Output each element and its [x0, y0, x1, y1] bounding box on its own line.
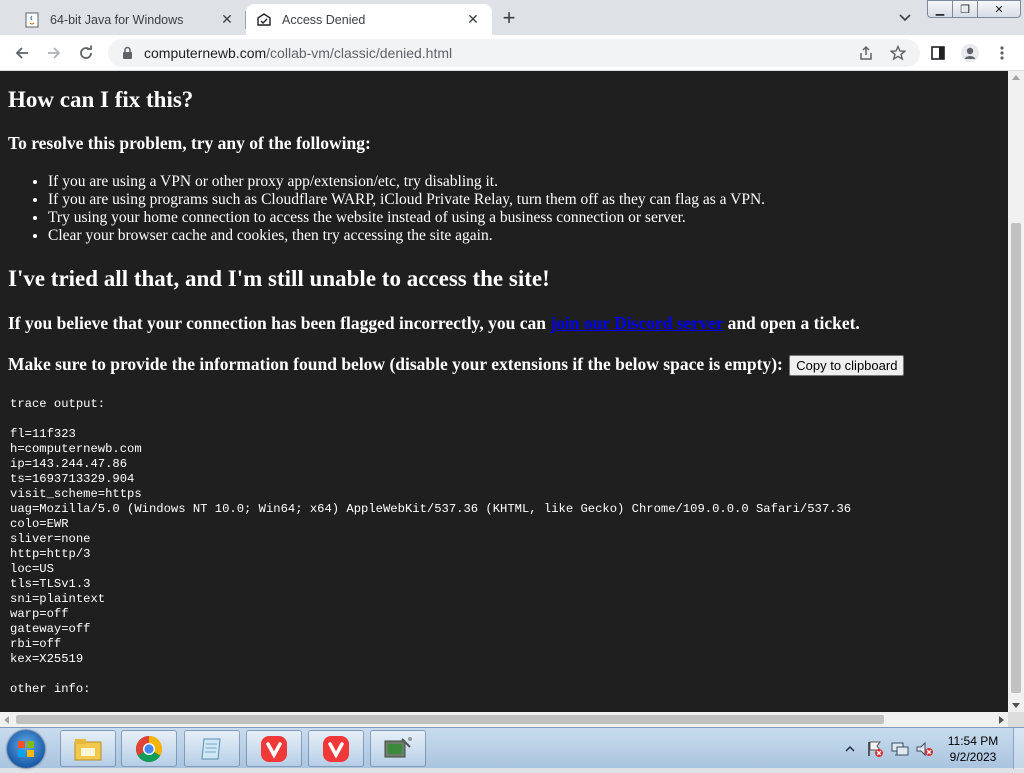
provide-info-text: Make sure to provide the information fou…	[8, 354, 783, 374]
java-page-icon	[24, 12, 40, 28]
scrollbar-corner	[1008, 712, 1024, 727]
scroll-left-icon[interactable]	[4, 716, 9, 724]
bookmark-button[interactable]	[884, 39, 912, 67]
clock-date: 9/2/2023	[949, 750, 997, 764]
network-status-icon[interactable]	[890, 728, 910, 769]
avatar	[961, 44, 979, 62]
side-panel-button[interactable]	[924, 39, 952, 67]
tips-list: If you are using a VPN or other proxy ap…	[48, 173, 765, 245]
new-tab-button[interactable]: +	[497, 5, 521, 30]
system-clock[interactable]: 11:54 PM 9/2/2023	[940, 733, 1006, 765]
arrow-right-icon	[48, 47, 61, 59]
share-button[interactable]	[852, 39, 880, 67]
horizontal-scrollbar[interactable]	[0, 712, 1008, 727]
url-domain: computernewb.com	[144, 45, 267, 61]
start-button[interactable]	[7, 730, 45, 768]
flagged-text-end: and open a ticket.	[723, 313, 860, 333]
vivaldi-icon[interactable]	[308, 730, 364, 767]
minimize-button[interactable]: ▁	[927, 0, 953, 18]
cloudflare-icon	[256, 12, 272, 28]
address-bar[interactable]: computernewb.com/collab-vm/classic/denie…	[108, 39, 920, 67]
scroll-up-icon[interactable]	[1012, 75, 1020, 80]
vertical-scrollbar[interactable]	[1008, 71, 1024, 712]
show-desktop-button[interactable]	[1013, 728, 1024, 769]
clock-time: 11:54 PM	[947, 734, 999, 748]
side-panel-icon	[931, 46, 945, 60]
scroll-right-icon[interactable]	[999, 716, 1004, 724]
windows-logo-icon	[18, 741, 34, 757]
close-icon[interactable]: ✕	[464, 11, 482, 29]
flagged-text: If you believe that your connection has …	[8, 313, 551, 333]
restore-button[interactable]: ❐	[952, 0, 978, 18]
list-item: If you are using a VPN or other proxy ap…	[48, 173, 765, 191]
lock-icon[interactable]	[120, 45, 134, 61]
heading-still-unable: I've tried all that, and I'm still unabl…	[8, 266, 550, 291]
arrow-left-icon	[15, 47, 28, 59]
page-viewport: How can I fix this? To resolve this prob…	[0, 71, 1008, 712]
tab-title: 64-bit Java for Windows	[50, 12, 184, 27]
forward-button[interactable]	[40, 39, 68, 67]
network-app-icon[interactable]	[370, 730, 426, 767]
taskbar: 11:54 PM 9/2/2023	[0, 727, 1024, 769]
close-icon[interactable]: ✕	[218, 11, 236, 29]
url-path: /collab-vm/classic/denied.html	[266, 45, 453, 61]
tab-title: Access Denied	[282, 12, 366, 27]
list-item: Try using your home connection to access…	[48, 209, 765, 227]
scroll-down-icon[interactable]	[1012, 703, 1020, 708]
discord-link[interactable]: join our Discord server	[550, 313, 723, 333]
tab-access-denied[interactable]: Access Denied ✕	[246, 4, 492, 35]
trace-output: trace output: fl=11f323 h=computernewb.c…	[10, 397, 852, 696]
subheading-resolve: To resolve this problem, try any of the …	[8, 133, 371, 153]
url-text[interactable]: computernewb.com/collab-vm/classic/denie…	[144, 45, 452, 61]
chrome-icon[interactable]	[121, 730, 177, 767]
notepad-icon[interactable]	[184, 730, 240, 767]
list-item: If you are using programs such as Cloudf…	[48, 191, 765, 209]
scroll-thumb[interactable]	[16, 715, 884, 724]
heading-how-to-fix: How can I fix this?	[8, 87, 194, 112]
browser-toolbar: computernewb.com/collab-vm/classic/denie…	[0, 35, 1024, 71]
chevron-up-icon	[845, 745, 855, 752]
list-item: Clear your browser cache and cookies, th…	[48, 227, 765, 245]
tab-java[interactable]: 64-bit Java for Windows ✕	[14, 4, 246, 35]
star-icon	[890, 45, 906, 61]
reload-button[interactable]	[72, 39, 100, 67]
back-button[interactable]	[8, 39, 36, 67]
flagged-paragraph: If you believe that your connection has …	[8, 313, 860, 334]
file-explorer-icon[interactable]	[60, 730, 116, 767]
vivaldi-icon[interactable]	[246, 730, 302, 767]
profile-button[interactable]	[956, 39, 984, 67]
chevron-down-icon[interactable]	[893, 7, 917, 29]
more-vertical-icon	[1000, 46, 1004, 60]
copy-to-clipboard-button[interactable]: Copy to clipboard	[789, 355, 905, 377]
scroll-thumb[interactable]	[1011, 223, 1021, 693]
tab-strip: 64-bit Java for Windows ✕ Access Denied …	[0, 0, 1024, 35]
volume-muted-icon[interactable]	[915, 728, 935, 769]
share-icon	[860, 45, 872, 60]
reload-icon	[80, 45, 92, 59]
window-close-button[interactable]: ✕	[977, 0, 1021, 18]
show-hidden-icons-button[interactable]	[845, 728, 855, 769]
provide-info-paragraph: Make sure to provide the information fou…	[8, 354, 905, 377]
action-center-icon[interactable]	[866, 728, 884, 769]
menu-button[interactable]	[988, 39, 1016, 67]
